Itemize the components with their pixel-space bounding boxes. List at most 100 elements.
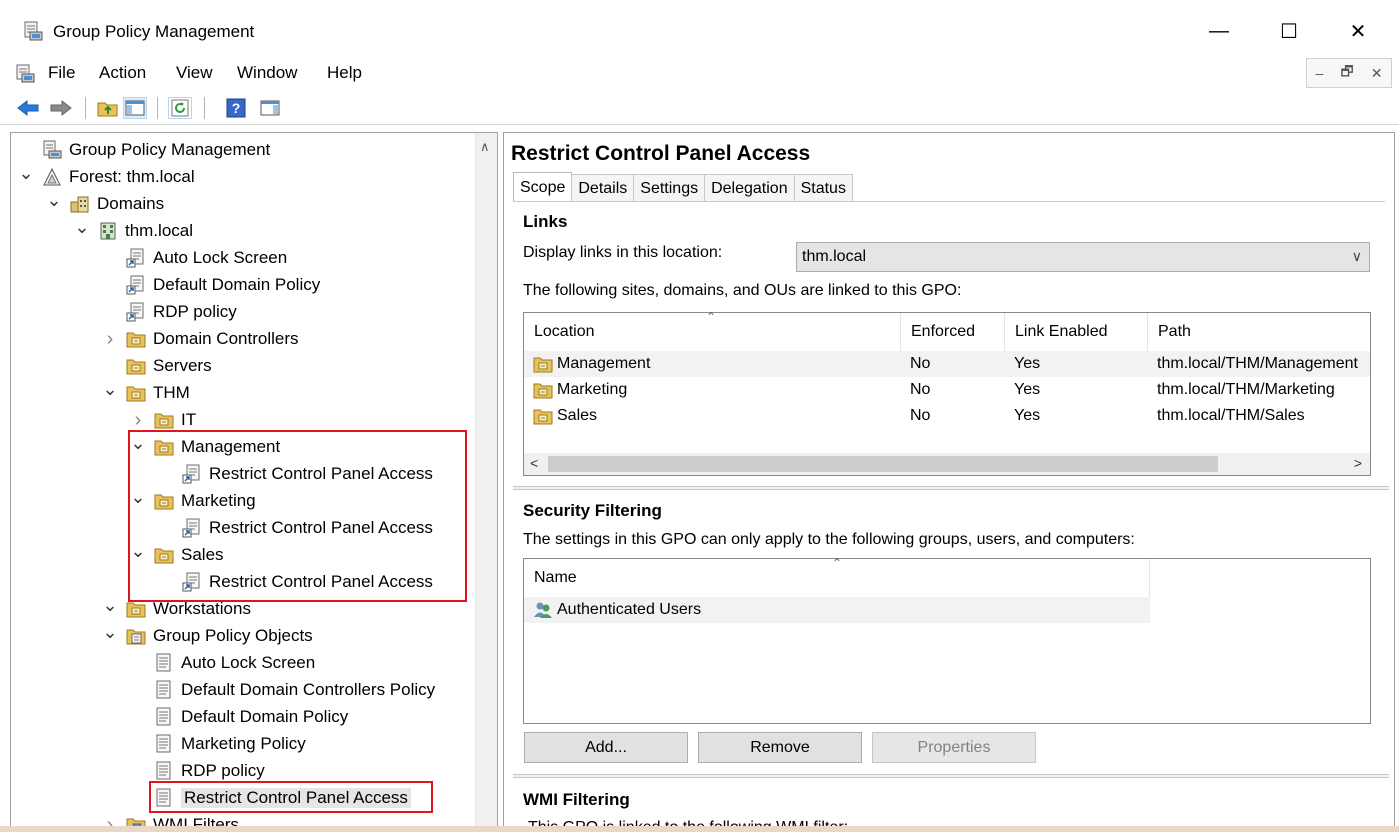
tree-vertical-scrollbar[interactable]: ∧ <box>475 133 497 831</box>
menu-help[interactable]: Help <box>327 63 362 83</box>
column-header-name[interactable]: Name ⌃ <box>524 556 1150 597</box>
cell-enforced: No <box>910 351 930 377</box>
tree-node-label: Group Policy Objects <box>153 626 313 645</box>
gpo-container-icon <box>126 626 146 646</box>
menu-window[interactable]: Window <box>237 63 297 83</box>
security-filtering-list[interactable]: Name ⌃ Authenticated Users <box>523 556 1371 724</box>
column-header-location[interactable]: Location ⌃ <box>524 310 901 351</box>
tree-node[interactable]: Default Domain Controllers Policy <box>130 678 435 702</box>
wmi-filtering-heading: WMI Filtering <box>523 790 630 809</box>
tree-node[interactable]: ⌄ THM <box>102 380 189 405</box>
section-splitter[interactable] <box>513 774 1389 778</box>
links-list[interactable]: Location ⌃ Enforced Link Enabled Path Ma… <box>523 310 1372 476</box>
close-button[interactable]: ✕ <box>1335 14 1381 48</box>
table-row[interactable]: Marketing No Yes thm.local/THM/Marketing <box>524 377 1370 403</box>
tab-details[interactable]: Details <box>571 174 635 202</box>
tree-node[interactable]: ⌄ thm.local <box>74 218 193 243</box>
highlight-box-linked-ous <box>128 430 467 602</box>
links-horizontal-scrollbar[interactable]: < > <box>524 453 1370 475</box>
table-row[interactable]: Sales No Yes thm.local/THM/Sales <box>524 403 1370 429</box>
tree-node[interactable]: ⌄ Domains <box>46 191 164 216</box>
chevron-right-icon[interactable]: › <box>102 328 118 351</box>
maximize-button[interactable]: ☐ <box>1266 14 1312 48</box>
table-row[interactable]: Management No Yes thm.local/THM/Management <box>524 351 1370 377</box>
mdi-close-button[interactable]: ✕ <box>1371 65 1383 82</box>
tree-node[interactable]: ⌄ Group Policy Objects <box>102 623 313 648</box>
back-arrow-icon[interactable] <box>16 97 40 119</box>
mdi-window-controls: – 🗗 ✕ <box>1306 58 1392 88</box>
column-link-enabled-label: Link Enabled <box>1015 323 1108 340</box>
menu-file[interactable]: File <box>48 63 75 83</box>
help-icon[interactable]: ? <box>224 97 248 119</box>
tree-node[interactable]: Marketing Policy <box>130 732 306 756</box>
users-group-icon <box>533 601 553 619</box>
tree-node-label: Default Domain Policy <box>181 707 349 726</box>
ou-folder-icon <box>126 383 146 403</box>
section-splitter[interactable] <box>513 486 1389 490</box>
action-pane-icon[interactable] <box>258 97 282 119</box>
taskbar-edge <box>0 826 1399 832</box>
tree-node[interactable]: Default Domain Policy <box>130 705 348 729</box>
tab-delegation[interactable]: Delegation <box>704 174 795 202</box>
refresh-icon[interactable] <box>168 97 192 119</box>
tree-node[interactable]: RDP policy <box>102 300 237 324</box>
tree-node[interactable]: Default Domain Policy <box>102 273 320 297</box>
tree-node-label: Default Domain Policy <box>153 275 321 294</box>
tree-node[interactable]: Servers <box>102 354 212 378</box>
column-header-enforced[interactable]: Enforced <box>901 313 1005 351</box>
remove-button[interactable]: Remove <box>698 732 862 763</box>
chevron-down-icon[interactable]: ⌄ <box>102 623 118 641</box>
menu-bar: File Action View Window Help <box>0 58 1399 88</box>
tree-node-label: Workstations <box>153 599 251 618</box>
add-button[interactable]: Add... <box>524 732 688 763</box>
chevron-down-icon[interactable]: ⌄ <box>46 191 62 209</box>
mdi-restore-button[interactable]: 🗗 <box>1340 61 1353 85</box>
forward-arrow-icon[interactable] <box>49 97 73 119</box>
chevron-down-icon[interactable]: ⌄ <box>18 164 34 182</box>
list-item[interactable]: Authenticated Users <box>524 597 1150 623</box>
mdi-minimize-button[interactable]: – <box>1316 65 1324 81</box>
mmc-document-icon[interactable] <box>14 64 36 89</box>
menu-action[interactable]: Action <box>99 63 146 83</box>
tree-node[interactable]: › IT <box>130 408 196 432</box>
chevron-right-icon[interactable]: › <box>130 409 146 432</box>
chevron-down-icon[interactable]: ⌄ <box>102 380 118 398</box>
tree-node[interactable]: Group Policy Management <box>18 138 270 162</box>
toolbar-separator <box>157 97 158 119</box>
menu-view[interactable]: View <box>176 63 213 83</box>
minimize-button[interactable]: — <box>1196 14 1242 48</box>
scroll-right-icon[interactable]: > <box>1354 455 1362 471</box>
cell-text: No <box>910 407 931 424</box>
tree-node[interactable]: Auto Lock Screen <box>130 651 315 675</box>
svg-text:?: ? <box>232 100 241 116</box>
chevron-down-icon[interactable]: ⌄ <box>102 596 118 614</box>
scroll-left-icon[interactable]: < <box>530 455 538 471</box>
column-enforced-label: Enforced <box>911 323 976 340</box>
tree-node[interactable]: Auto Lock Screen <box>102 246 287 270</box>
show-hide-tree-icon[interactable] <box>123 97 147 119</box>
tree-node-label: RDP policy <box>153 302 237 321</box>
tab-scope[interactable]: Scope <box>513 172 573 202</box>
tree-node-label: RDP policy <box>181 761 265 780</box>
tab-settings[interactable]: Settings <box>633 174 706 202</box>
chevron-down-icon[interactable]: ∨ <box>1352 248 1362 265</box>
scroll-up-icon[interactable]: ∧ <box>480 139 490 155</box>
scroll-thumb[interactable] <box>548 456 1218 472</box>
up-folder-icon[interactable] <box>96 97 120 119</box>
cell-location: Marketing <box>533 377 627 403</box>
tree-node[interactable]: ⌄ Forest: thm.local <box>18 164 194 189</box>
tree-node-label: Default Domain Controllers Policy <box>181 680 436 699</box>
links-description: The following sites, domains, and OUs ar… <box>523 282 962 299</box>
chevron-down-icon[interactable]: ⌄ <box>74 218 90 236</box>
display-links-dropdown[interactable]: thm.local ∨ <box>796 242 1370 272</box>
properties-button[interactable]: Properties <box>872 732 1036 763</box>
column-header-link-enabled[interactable]: Link Enabled <box>1005 313 1148 351</box>
ou-folder-icon <box>126 356 146 376</box>
tree-node[interactable]: › Domain Controllers <box>102 327 299 351</box>
display-links-value: thm.local <box>802 248 867 265</box>
tree-node[interactable]: RDP policy <box>130 759 265 783</box>
forest-icon <box>42 167 62 187</box>
column-header-path[interactable]: Path <box>1148 313 1372 351</box>
gpo-icon <box>154 761 174 781</box>
tab-status[interactable]: Status <box>793 174 853 202</box>
